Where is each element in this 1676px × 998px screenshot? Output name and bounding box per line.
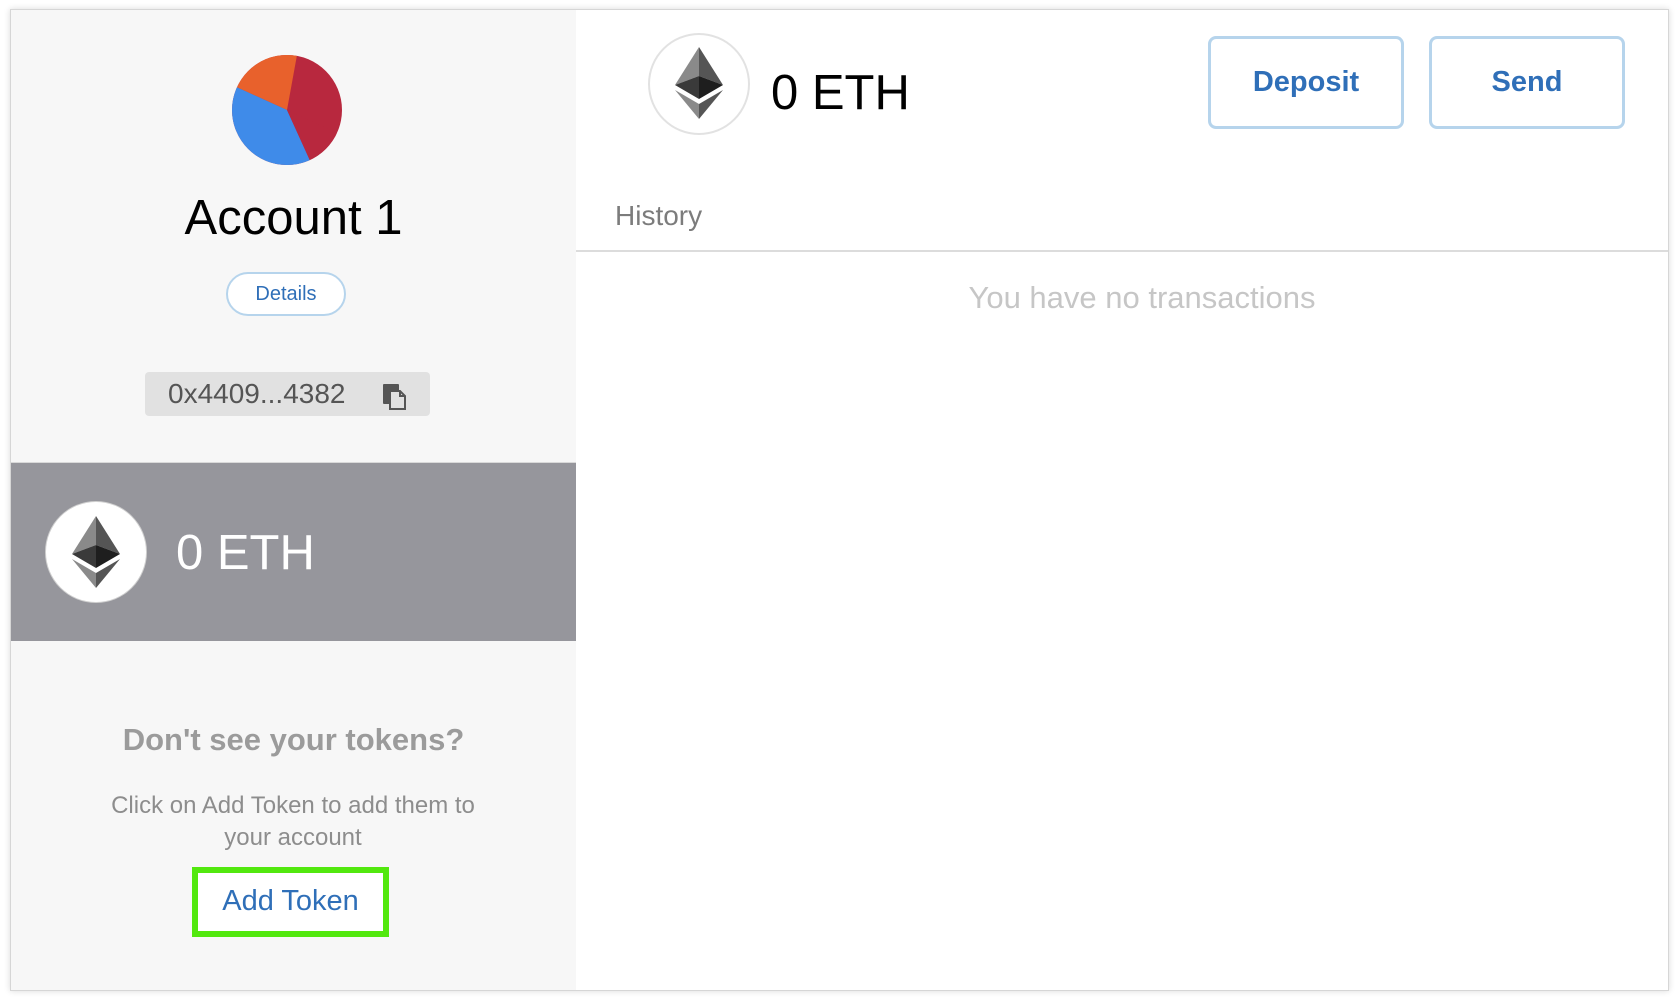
account-name: Account 1 [184,191,403,245]
details-button[interactable]: Details [226,272,346,316]
account-address[interactable]: 0x4409...4382 [145,372,430,416]
add-token-button[interactable]: Add Token [192,867,389,937]
empty-transactions-message: You have no transactions [968,280,1316,315]
main-balance: 0 ETH [771,66,910,120]
main-panel: 0 ETH Deposit Send History You have no t… [576,10,1668,990]
ethereum-icon [650,35,748,133]
history-tab[interactable]: History [615,200,702,232]
app-window: Account 1 Details 0x4409...4382 0 ETH Do… [10,9,1669,991]
token-row-eth[interactable]: 0 ETH [11,463,576,641]
account-avatar[interactable] [232,55,342,165]
send-button[interactable]: Send [1429,36,1625,129]
tokens-help-description: Click on Add Token to add them to your a… [111,792,475,851]
ethereum-icon [46,502,146,602]
account-address-text: 0x4409...4382 [168,378,346,409]
copy-icon[interactable] [382,380,408,410]
history-divider [576,250,1668,252]
account-sidebar: Account 1 Details 0x4409...4382 0 ETH Do… [11,10,576,990]
token-balance: 0 ETH [176,526,315,580]
tokens-help-title: Don't see your tokens? [122,722,465,757]
deposit-button[interactable]: Deposit [1208,36,1404,129]
